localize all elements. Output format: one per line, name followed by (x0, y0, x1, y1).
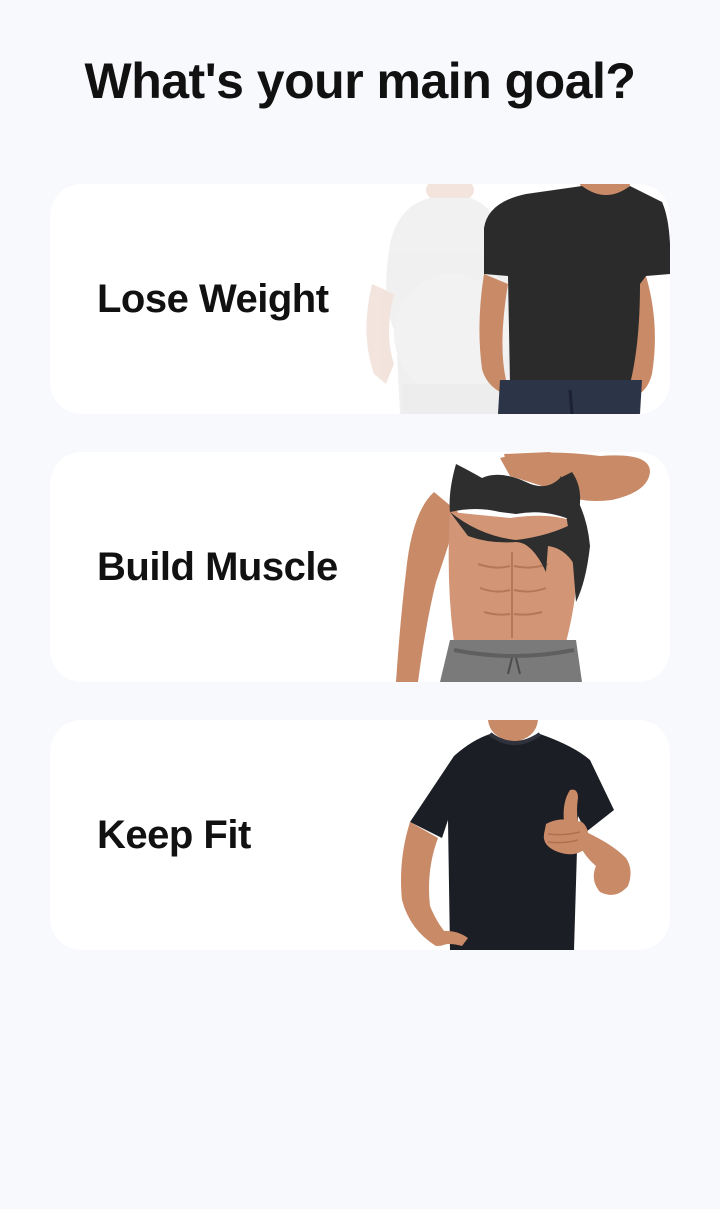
page-title: What's your main goal? (84, 53, 636, 109)
thumbs-up-fitness-illustration (350, 720, 670, 950)
goal-option-label: Keep Fit (97, 813, 251, 857)
goal-option-label: Lose Weight (97, 277, 329, 321)
goal-option-lose-weight[interactable]: Lose Weight (50, 184, 670, 414)
goal-option-build-muscle[interactable]: Build Muscle (50, 452, 670, 682)
goal-option-keep-fit[interactable]: Keep Fit (50, 720, 670, 950)
abs-muscle-illustration (350, 452, 670, 682)
before-after-fitness-illustration (350, 184, 670, 414)
goal-options-list: Lose Weight Build Muscle Keep Fit (50, 184, 670, 988)
goal-option-label: Build Muscle (97, 545, 338, 589)
